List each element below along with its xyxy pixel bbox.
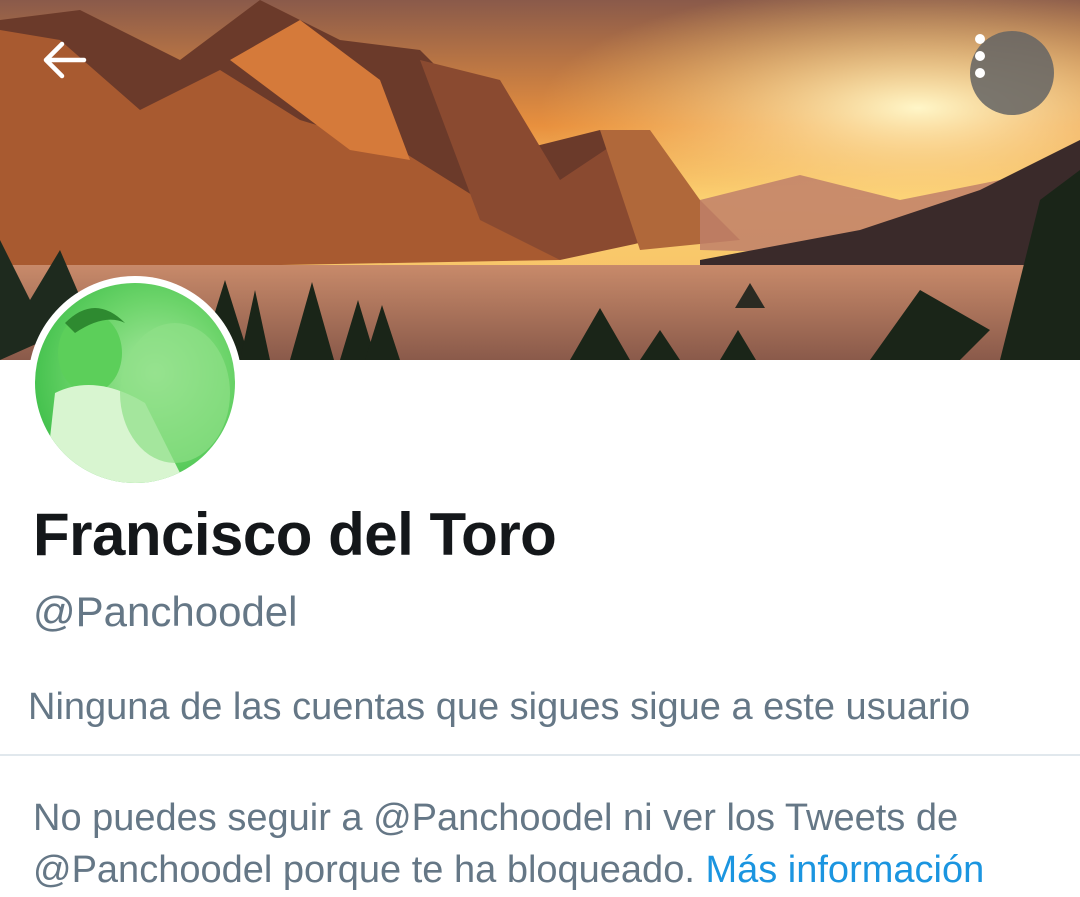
blocked-message: No puedes seguir a @Panchoodel ni ver lo… <box>33 792 1063 896</box>
display-name: Francisco del Toro <box>33 501 557 568</box>
avatar-image <box>35 283 235 483</box>
user-handle: @Panchoodel <box>33 588 298 635</box>
more-info-link[interactable]: Más información <box>705 849 984 891</box>
arrow-left-icon <box>43 41 87 79</box>
more-vertical-icon <box>975 34 985 78</box>
back-button[interactable] <box>40 40 110 110</box>
more-options-button[interactable] <box>970 31 1054 115</box>
profile-avatar[interactable] <box>28 276 242 490</box>
followers-you-know-note: Ninguna de las cuentas que sigues sigue … <box>28 686 971 728</box>
section-divider <box>0 754 1080 756</box>
